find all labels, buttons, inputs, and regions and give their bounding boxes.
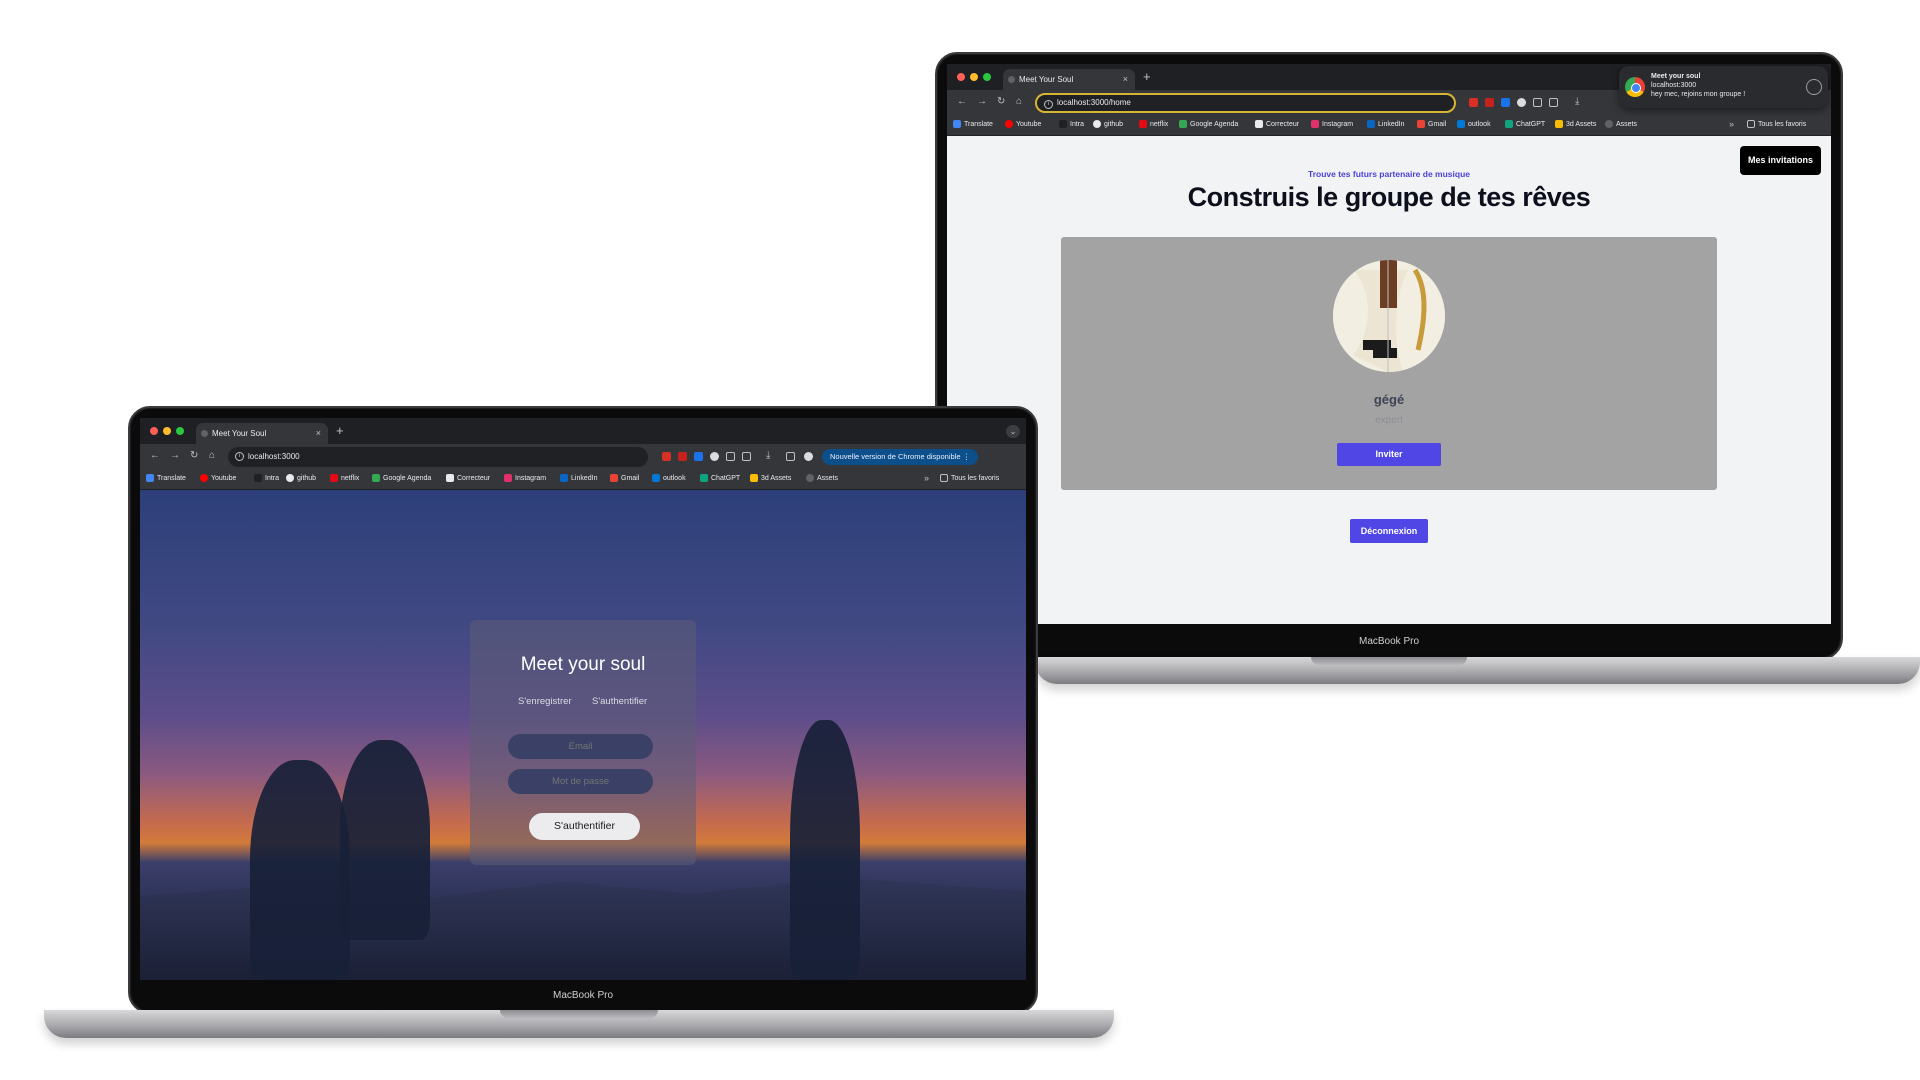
- reload-icon[interactable]: ↻: [190, 450, 198, 461]
- bookmark-item[interactable]: Youtube: [200, 474, 236, 482]
- back-icon[interactable]: ←: [150, 450, 160, 461]
- guitarist-silhouette: [790, 720, 860, 980]
- bookmark-item[interactable]: ChatGPT: [700, 474, 740, 482]
- register-link[interactable]: S'enregistrer: [518, 696, 572, 707]
- site-info-icon[interactable]: i: [235, 452, 244, 461]
- bookmark-item[interactable]: 3d Assets: [750, 474, 791, 482]
- bookmark-item[interactable]: Assets: [806, 474, 838, 482]
- forward-icon[interactable]: →: [170, 450, 180, 461]
- extension-white-icon[interactable]: [710, 452, 719, 461]
- extension-frame-icon[interactable]: [726, 452, 735, 461]
- home-icon[interactable]: ⌂: [209, 450, 215, 461]
- bookmark-item[interactable]: Translate: [146, 474, 186, 482]
- drummer-silhouette: [250, 760, 350, 980]
- bookmark-item[interactable]: Gmail: [610, 474, 639, 482]
- bookmark-item[interactable]: LinkedIn: [560, 474, 597, 482]
- window-controls[interactable]: [150, 427, 184, 435]
- bookmark-item[interactable]: github: [286, 474, 316, 482]
- drummer-silhouette: [340, 740, 430, 940]
- url-text: localhost:3000: [248, 452, 300, 461]
- browser-tab[interactable]: Meet Your Soul ×: [196, 423, 328, 444]
- tab-search-icon[interactable]: ⌄: [1006, 425, 1020, 438]
- new-tab-icon[interactable]: +: [336, 423, 344, 438]
- bookmark-item[interactable]: Instagram: [504, 474, 546, 482]
- bookmark-item[interactable]: Google Agenda: [372, 474, 431, 482]
- login-page: Meet your soul S'enregistrer S'authentif…: [140, 490, 1026, 980]
- tab-title: Meet Your Soul: [212, 429, 267, 438]
- password-field[interactable]: [508, 769, 653, 794]
- tab-favicon-icon: [201, 430, 208, 437]
- laptop-base: [44, 1010, 1114, 1038]
- login-title: Meet your soul: [520, 654, 646, 675]
- all-bookmarks-folder[interactable]: Tous les favoris: [940, 474, 999, 482]
- address-bar[interactable]: i localhost:3000: [228, 447, 648, 467]
- signin-link[interactable]: S'authentifier: [592, 696, 647, 707]
- toolbar: ← → ↻ ⌂ i localhost:3000 ⤓ Nouvelle vers…: [140, 444, 1026, 470]
- mockup-stage: Meet Your Soul × + ⌄ ← → ↻ ⌂ i localhost…: [0, 0, 1920, 1080]
- extension-grid-icon[interactable]: [678, 452, 687, 461]
- signin-button[interactable]: S'authentifier: [529, 813, 640, 840]
- tab-bar: Meet Your Soul × + ⌄: [140, 418, 1026, 444]
- profile-icon[interactable]: [804, 452, 813, 461]
- bookmark-item[interactable]: netflix: [330, 474, 359, 482]
- bookmarks-bar: Translate Youtube Intra github netflix G…: [140, 470, 1026, 490]
- email-field[interactable]: [508, 734, 653, 759]
- bookmark-item[interactable]: outlook: [652, 474, 686, 482]
- chrome-update-button[interactable]: Nouvelle version de Chrome disponible ⋮: [822, 449, 979, 465]
- device-label: MacBook Pro: [552, 990, 614, 1001]
- download-icon[interactable]: ⤓: [766, 450, 770, 461]
- more-bookmarks-icon[interactable]: »: [924, 473, 929, 483]
- left-laptop: Meet Your Soul × + ⌄ ← → ↻ ⌂ i localhost…: [0, 0, 1920, 1080]
- extensions-icon[interactable]: [742, 452, 751, 461]
- chrome-update-text: Nouvelle version de Chrome disponible: [830, 452, 961, 461]
- extension-red-icon[interactable]: [662, 452, 671, 461]
- extension-blue-icon[interactable]: [694, 452, 703, 461]
- side-panel-icon[interactable]: [786, 452, 795, 461]
- left-browser-window: Meet Your Soul × + ⌄ ← → ↻ ⌂ i localhost…: [140, 418, 1026, 980]
- bookmark-item[interactable]: Correcteur: [446, 474, 490, 482]
- close-tab-icon[interactable]: ×: [316, 423, 321, 444]
- login-card: Meet your soul S'enregistrer S'authentif…: [470, 620, 696, 865]
- bookmark-item[interactable]: Intra: [254, 474, 279, 482]
